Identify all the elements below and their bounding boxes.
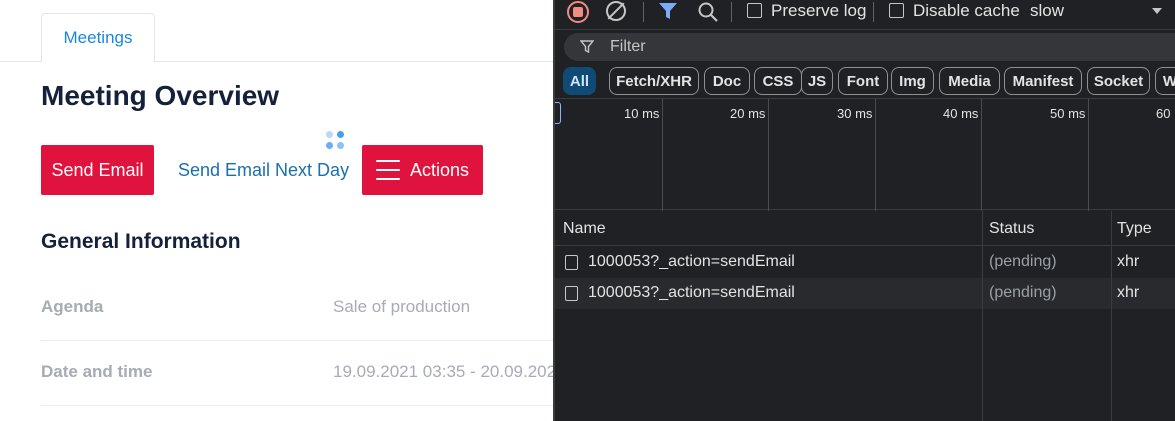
toolbar-divider — [731, 2, 732, 22]
meeting-app: Meetings Meeting Overview Send Email Sen… — [0, 0, 555, 421]
timeline-label: 50 ms — [1050, 106, 1086, 121]
timeline-label: 60 ms — [1156, 106, 1175, 121]
filter-chip-manifest[interactable]: Manifest — [1004, 67, 1082, 95]
filter-chip-media[interactable]: Media — [939, 67, 1000, 95]
actions-label: Actions — [409, 159, 470, 180]
detail-label: Agenda — [41, 297, 104, 316]
document-icon — [565, 286, 578, 301]
disable-cache-label[interactable]: Disable cache — [913, 1, 1020, 21]
timeline-gridline — [875, 99, 876, 211]
filter-chip-css[interactable]: CSS — [754, 67, 802, 95]
timeline-gridline — [1088, 99, 1089, 211]
request-type: xhr — [1117, 253, 1140, 270]
filter-chip-font[interactable]: Font — [838, 67, 888, 95]
preserve-log-checkbox[interactable] — [747, 3, 762, 18]
filter-chip-socket[interactable]: Socket — [1087, 67, 1150, 95]
timeline-gridline — [981, 99, 982, 211]
filter-bar[interactable] — [564, 33, 1175, 61]
column-header-type[interactable]: Type — [1117, 220, 1152, 238]
toolbar-divider — [643, 2, 644, 22]
filter-chip-js[interactable]: JS — [801, 67, 833, 95]
network-toolbar: Preserve log Disable cache slow — [555, 0, 1175, 30]
detail-label: Date and time — [41, 362, 153, 381]
section-title-general-information: General Information — [41, 230, 241, 253]
document-icon — [565, 255, 578, 270]
request-name: 1000053?_action=sendEmail — [588, 253, 795, 270]
request-row[interactable]: 1000053?_action=sendEmail (pending) xhr — [555, 278, 1175, 309]
toolbar-divider — [873, 2, 874, 22]
loading-spinner-icon — [326, 131, 348, 153]
timeline-gridline — [662, 99, 663, 211]
filter-chip-fetch-xhr[interactable]: Fetch/XHR — [609, 67, 699, 95]
search-icon[interactable] — [697, 1, 719, 23]
send-email-button[interactable]: Send Email — [41, 145, 154, 195]
column-header-status[interactable]: Status — [989, 220, 1034, 238]
network-overview-timeline[interactable]: 10 ms 20 ms 30 ms 40 ms 50 ms 60 ms — [555, 98, 1175, 211]
filter-chip-all[interactable]: All — [563, 67, 596, 95]
filter-chip-img[interactable]: Img — [891, 67, 934, 95]
timeline-gridline — [768, 99, 769, 211]
detail-row-date-and-time: Date and time 19.09.2021 03:35 - 20.09.2… — [41, 341, 555, 406]
tab-bar: Meetings — [0, 0, 555, 63]
send-email-label: Send Email — [51, 159, 144, 180]
chevron-down-icon[interactable] — [1152, 8, 1162, 14]
request-table-header: Name Status Type — [555, 211, 1175, 246]
funnel-icon[interactable] — [658, 2, 678, 20]
filter-chip-wasm[interactable]: W — [1155, 67, 1175, 95]
filter-input[interactable] — [610, 37, 1010, 57]
timeline-label: 30 ms — [837, 106, 873, 121]
detail-value: Sale of production — [333, 297, 471, 316]
stop-recording-icon[interactable] — [567, 1, 589, 23]
filter-chip-doc[interactable]: Doc — [704, 67, 750, 95]
timeline-label: 40 ms — [943, 106, 979, 121]
clear-icon[interactable] — [606, 1, 626, 21]
detail-value: 19.09.2021 03:35 - 20.09.2021 — [333, 362, 555, 381]
actions-button[interactable]: Actions — [362, 145, 483, 195]
throttling-select[interactable]: slow — [1030, 1, 1064, 21]
tab-meetings[interactable]: Meetings — [41, 13, 155, 63]
send-email-next-day-button[interactable]: Send Email Next Day — [178, 160, 349, 181]
column-divider[interactable] — [982, 211, 983, 421]
request-status: (pending) — [989, 284, 1057, 301]
request-status: (pending) — [989, 253, 1057, 270]
detail-row-agenda: Agenda Sale of production — [41, 276, 555, 341]
hamburger-menu-icon — [375, 160, 400, 180]
preserve-log-label[interactable]: Preserve log — [771, 1, 866, 21]
disable-cache-checkbox[interactable] — [889, 3, 904, 18]
request-type: xhr — [1117, 284, 1140, 301]
devtools-network-panel: Preserve log Disable cache slow All Fetc… — [553, 0, 1175, 421]
page-title: Meeting Overview — [41, 80, 280, 111]
column-header-name[interactable]: Name — [563, 220, 606, 238]
request-name: 1000053?_action=sendEmail — [588, 284, 795, 301]
timeline-range-handle[interactable] — [555, 102, 561, 124]
filter-icon — [580, 40, 594, 53]
timeline-label: 20 ms — [730, 106, 766, 121]
timeline-label: 10 ms — [624, 106, 660, 121]
column-divider[interactable] — [1111, 211, 1112, 421]
request-row[interactable]: 1000053?_action=sendEmail (pending) xhr — [555, 247, 1175, 278]
